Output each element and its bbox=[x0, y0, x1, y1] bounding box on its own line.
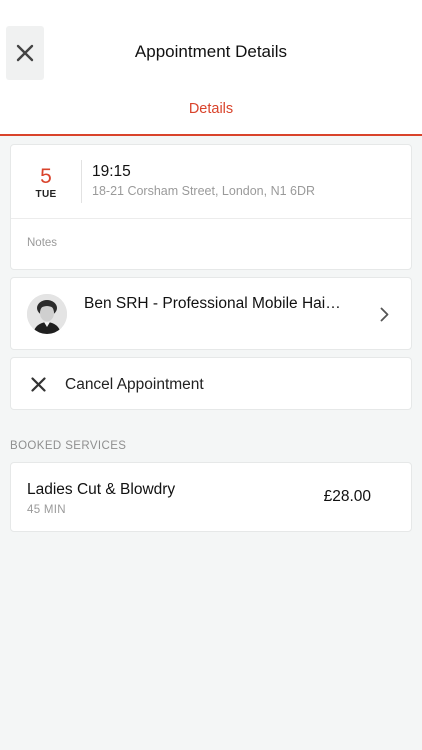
service-duration: 45 MIN bbox=[27, 504, 66, 516]
service-name: Ladies Cut & Blowdry bbox=[27, 481, 176, 498]
avatar bbox=[27, 294, 67, 334]
date-day-name: TUE bbox=[35, 189, 57, 200]
date-block: 5 TUE bbox=[11, 145, 81, 219]
service-price: £28.00 bbox=[323, 488, 371, 505]
chevron-right-icon bbox=[380, 307, 389, 322]
service-list-item: Ladies Cut & Blowdry 45 MIN £28.00 bbox=[10, 462, 412, 532]
cancel-appointment-button[interactable]: Cancel Appointment bbox=[10, 357, 412, 410]
close-icon bbox=[31, 377, 46, 392]
appointment-time: 19:15 bbox=[92, 163, 131, 180]
date-day-number: 5 bbox=[40, 165, 52, 188]
page-title: Appointment Details bbox=[134, 42, 288, 61]
appointment-summary: 5 TUE 19:15 18-21 Corsham Street, London… bbox=[11, 145, 411, 219]
date-divider bbox=[81, 160, 82, 203]
cancel-appointment-label: Cancel Appointment bbox=[65, 376, 204, 393]
stylist-row[interactable]: Ben SRH - Professional Mobile Hai… bbox=[10, 277, 412, 350]
stylist-name: Ben SRH - Professional Mobile Hai… bbox=[84, 295, 341, 312]
app-header: Appointment Details Details bbox=[0, 0, 422, 136]
appointment-address: 18-21 Corsham Street, London, N1 6DR bbox=[92, 184, 316, 198]
notes-field[interactable]: Notes bbox=[27, 237, 57, 249]
booked-services-heading: BOOKED SERVICES bbox=[10, 440, 127, 452]
appointment-card: 5 TUE 19:15 18-21 Corsham Street, London… bbox=[10, 144, 412, 270]
tab-details[interactable]: Details bbox=[0, 101, 422, 117]
